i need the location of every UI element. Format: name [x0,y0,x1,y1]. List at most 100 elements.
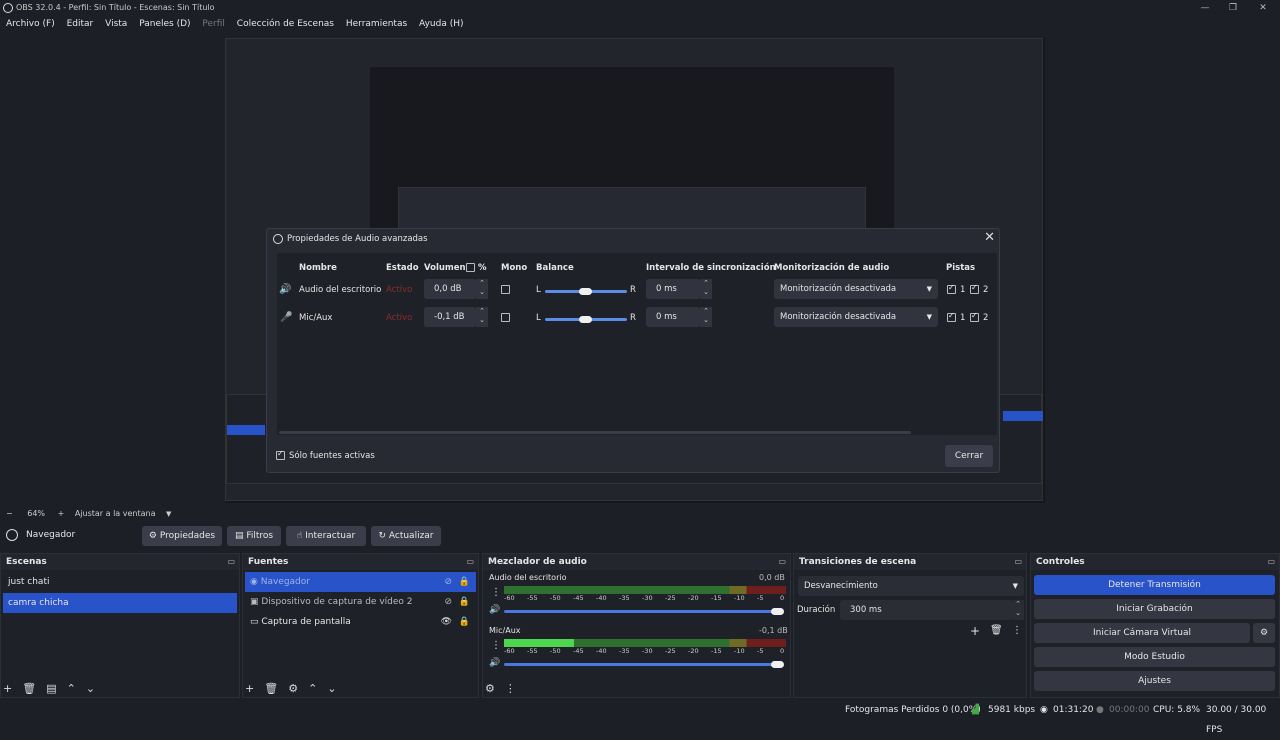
zoom-out-button[interactable]: − [6,509,13,518]
studio-mode-button[interactable]: Modo Estudio [1034,647,1275,667]
scene-item[interactable]: just chati [3,572,237,592]
menu-ayuda[interactable]: Ayuda (H) [419,19,463,29]
trash-icon[interactable]: 🗑 [990,625,1003,636]
sync-input[interactable]: 0 ms ⌃ ⌄ [646,279,712,299]
speaker-icon[interactable]: 🔊 [489,658,500,668]
lock-icon[interactable]: 🔒 [459,572,470,592]
more-icon[interactable]: ⋮ [505,682,516,695]
header-volume: Volumen [424,263,466,273]
more-icon[interactable]: ⋮ [1012,625,1022,636]
zoom-in-button[interactable]: + [58,509,65,518]
track2-checkbox[interactable] [970,283,979,294]
volume-slider[interactable] [504,610,778,613]
speaker-icon[interactable]: 🔊 [489,605,500,615]
mixer-toolbar: ⚙ ⋮ [485,682,526,695]
volume-input[interactable]: -0,1 dB ⌃ ⌄ [424,307,488,327]
menu-herramientas[interactable]: Herramientas [346,19,407,29]
duration-input[interactable]: 300 ms ⌃ ⌄ [840,600,1024,620]
duration-stepper[interactable]: ⌃ ⌄ [1012,600,1024,620]
track2-checkbox[interactable] [970,311,979,322]
sync-stepper[interactable]: ⌃ ⌄ [700,307,712,327]
menu-paneles[interactable]: Paneles (D) [139,19,190,29]
sync-input[interactable]: 0 ms ⌃ ⌄ [646,307,712,327]
menu-coleccion[interactable]: Colección de Escenas [237,19,334,29]
sources-title: Fuentes [248,557,289,567]
source-item[interactable]: ▭ Captura de pantalla 👁 🔒 [245,612,476,632]
lock-icon[interactable]: 🔒 [459,612,470,632]
add-icon[interactable]: + [970,624,980,638]
refresh-button[interactable]: ↻ Actualizar [371,526,441,546]
start-virtual-camera-button[interactable]: Iniciar Cámara Virtual [1034,623,1250,643]
trash-icon[interactable]: 🗑 [22,682,36,695]
meter-tick: -45 [573,647,584,655]
panel-menu-icon[interactable]: ▭ [778,554,786,570]
scene-item-selected[interactable]: camra chicha [3,593,237,613]
meter-tick: -10 [734,647,745,655]
panel-menu-icon[interactable]: ▭ [227,554,235,570]
volume-handle[interactable] [771,608,784,615]
track1-checkbox[interactable] [947,311,956,322]
source-item-selected[interactable]: ◉ Navegador ⊘ 🔒 [245,572,476,592]
gear-icon[interactable]: ⚙ [288,682,298,695]
menu-archivo[interactable]: Archivo (F) [6,19,55,29]
track1-checkbox[interactable] [947,283,956,294]
duration-label: Duración [797,605,836,615]
hidden-eye-icon[interactable]: ⊘ [444,592,452,612]
fit-dropdown-icon[interactable]: ▼ [166,510,171,518]
add-icon[interactable]: + [3,682,12,695]
panel-menu-icon[interactable]: ▭ [1267,554,1275,570]
more-icon[interactable]: ⋮ [491,587,501,598]
stop-stream-button[interactable]: Detener Transmisión [1034,575,1275,595]
minimize-button[interactable]: — [1190,0,1220,16]
panel-menu-icon[interactable]: ▭ [466,554,474,570]
up-icon[interactable]: ⌃ [308,682,317,695]
lock-icon[interactable]: 🔒 [459,592,470,612]
settings-button[interactable]: Ajustes [1034,671,1275,691]
menu-editar[interactable]: Editar [67,19,94,29]
down-icon[interactable]: ⌄ [327,682,336,695]
properties-button[interactable]: ⚙ Propiedades [142,526,222,546]
volume-slider[interactable] [504,663,778,666]
dialog-close-icon[interactable]: ✕ [984,230,995,245]
menu-perfil[interactable]: Perfil [202,19,225,29]
filter-icon[interactable]: ▤ [46,682,56,695]
start-recording-button[interactable]: Iniciar Grabación [1034,599,1275,619]
virtual-camera-settings-gear-icon[interactable]: ⚙ [1253,623,1275,643]
advanced-audio-gear-icon[interactable]: ⚙ [485,682,495,695]
close-window-button[interactable]: ✕ [1248,0,1278,16]
more-icon[interactable]: ⋮ [491,640,501,651]
balance-handle[interactable] [579,316,592,323]
row-status: Activo [386,285,413,295]
trash-icon[interactable]: 🗑 [264,682,278,695]
horizontal-scrollbar[interactable] [279,431,911,434]
source-item[interactable]: ▣ Dispositivo de captura de vídeo 2 ⊘ 🔒 [245,592,476,612]
maximize-button[interactable]: ❐ [1218,0,1248,16]
add-icon[interactable]: + [245,682,254,695]
eye-icon[interactable]: 👁 [441,612,452,632]
only-active-checkbox[interactable] [276,449,285,460]
interact-button[interactable]: ☝ Interactuar [286,526,366,546]
balance-handle[interactable] [579,288,592,295]
transition-select[interactable]: Desvanecimiento ▼ [798,576,1024,596]
filters-button[interactable]: ▤ Filtros [227,526,281,546]
monitor-select[interactable]: Monitorización desactivada ▼ [774,307,938,327]
percent-checkbox[interactable] [466,263,475,272]
panel-menu-icon[interactable]: ▭ [1014,554,1022,570]
track2-label: 2 [983,285,989,295]
hidden-eye-icon[interactable]: ⊘ [444,572,452,592]
close-button[interactable]: Cerrar [945,445,993,467]
volume-input[interactable]: 0,0 dB ⌃ ⌄ [424,279,488,299]
monitor-select[interactable]: Monitorización desactivada ▼ [774,279,938,299]
volume-stepper[interactable]: ⌃ ⌄ [476,307,488,327]
fit-window-button[interactable]: Ajustar a la ventana [75,509,156,518]
meter-tick: 0 [780,647,785,655]
up-icon[interactable]: ⌃ [67,682,76,695]
sync-stepper[interactable]: ⌃ ⌄ [700,279,712,299]
source-toolbar: Navegador ⚙ Propiedades ▤ Filtros ☝ Inte… [0,524,1280,548]
volume-stepper[interactable]: ⌃ ⌄ [476,279,488,299]
menu-vista[interactable]: Vista [105,19,127,29]
mono-checkbox[interactable] [501,313,510,322]
mono-checkbox[interactable] [501,285,510,294]
down-icon[interactable]: ⌄ [86,682,95,695]
volume-handle[interactable] [771,661,784,668]
